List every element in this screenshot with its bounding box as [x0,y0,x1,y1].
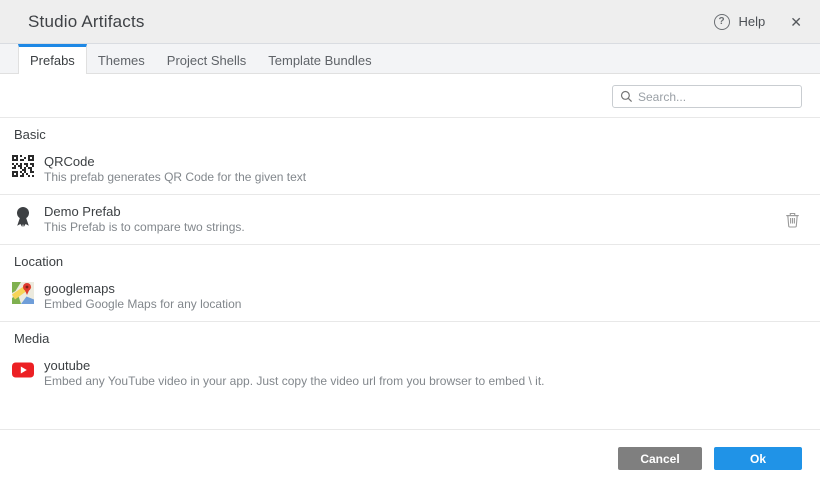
item-title: googlemaps [44,281,115,296]
help-icon[interactable]: ? [713,13,730,30]
delete-button[interactable] [783,209,802,230]
item-description: This prefab generates QR Code for the gi… [44,170,307,184]
section-label-location: Location [14,254,64,269]
search-input[interactable] [638,89,795,104]
search-toolbar [0,74,820,118]
item-description: Embed any YouTube video in your app. Jus… [44,374,545,388]
item-title: Demo Prefab [44,204,121,219]
studio-artifacts-dialog: Studio Artifacts ? Help ✕ Prefabs Themes… [0,0,820,487]
tab-project-shells[interactable]: Project Shells [156,44,257,73]
help-link[interactable]: Help [739,14,766,29]
search-icon [620,90,633,103]
list-item-googlemaps[interactable]: googlemaps Embed Google Maps for any loc… [0,272,820,322]
item-description: Embed Google Maps for any location [44,297,242,311]
list-item-qrcode[interactable]: QRCode This prefab generates QR Code for… [0,145,820,195]
dialog-header: Studio Artifacts ? Help ✕ [0,0,820,44]
tab-themes[interactable]: Themes [87,44,156,73]
section-label-basic: Basic [14,127,46,142]
ok-button[interactable]: Ok [714,447,802,470]
close-icon[interactable]: ✕ [790,15,802,29]
item-description: This Prefab is to compare two strings. [44,220,245,234]
cancel-button[interactable]: Cancel [618,447,702,470]
list-item-youtube[interactable]: youtube Embed any YouTube video in your … [0,349,820,398]
page-title: Studio Artifacts [28,11,145,31]
tab-bar: Prefabs Themes Project Shells Template B… [0,44,820,74]
search-box[interactable] [612,85,802,108]
list-item-demo-prefab[interactable]: Demo Prefab This Prefab is to compare tw… [0,195,820,245]
googlemaps-icon [12,282,34,304]
youtube-icon [12,359,34,381]
section-label-media: Media [14,331,50,346]
header-actions: ? Help ✕ [713,13,802,30]
prefab-list: Basic QRCode This prefab generates QR Co… [0,118,820,429]
qrcode-icon [12,155,34,177]
tab-template-bundles[interactable]: Template Bundles [257,44,382,73]
medal-icon [12,205,34,227]
dialog-footer: Cancel Ok [0,429,820,487]
tab-prefabs[interactable]: Prefabs [18,44,87,74]
trash-icon [786,212,799,228]
item-title: QRCode [44,154,95,169]
item-title: youtube [44,358,91,373]
